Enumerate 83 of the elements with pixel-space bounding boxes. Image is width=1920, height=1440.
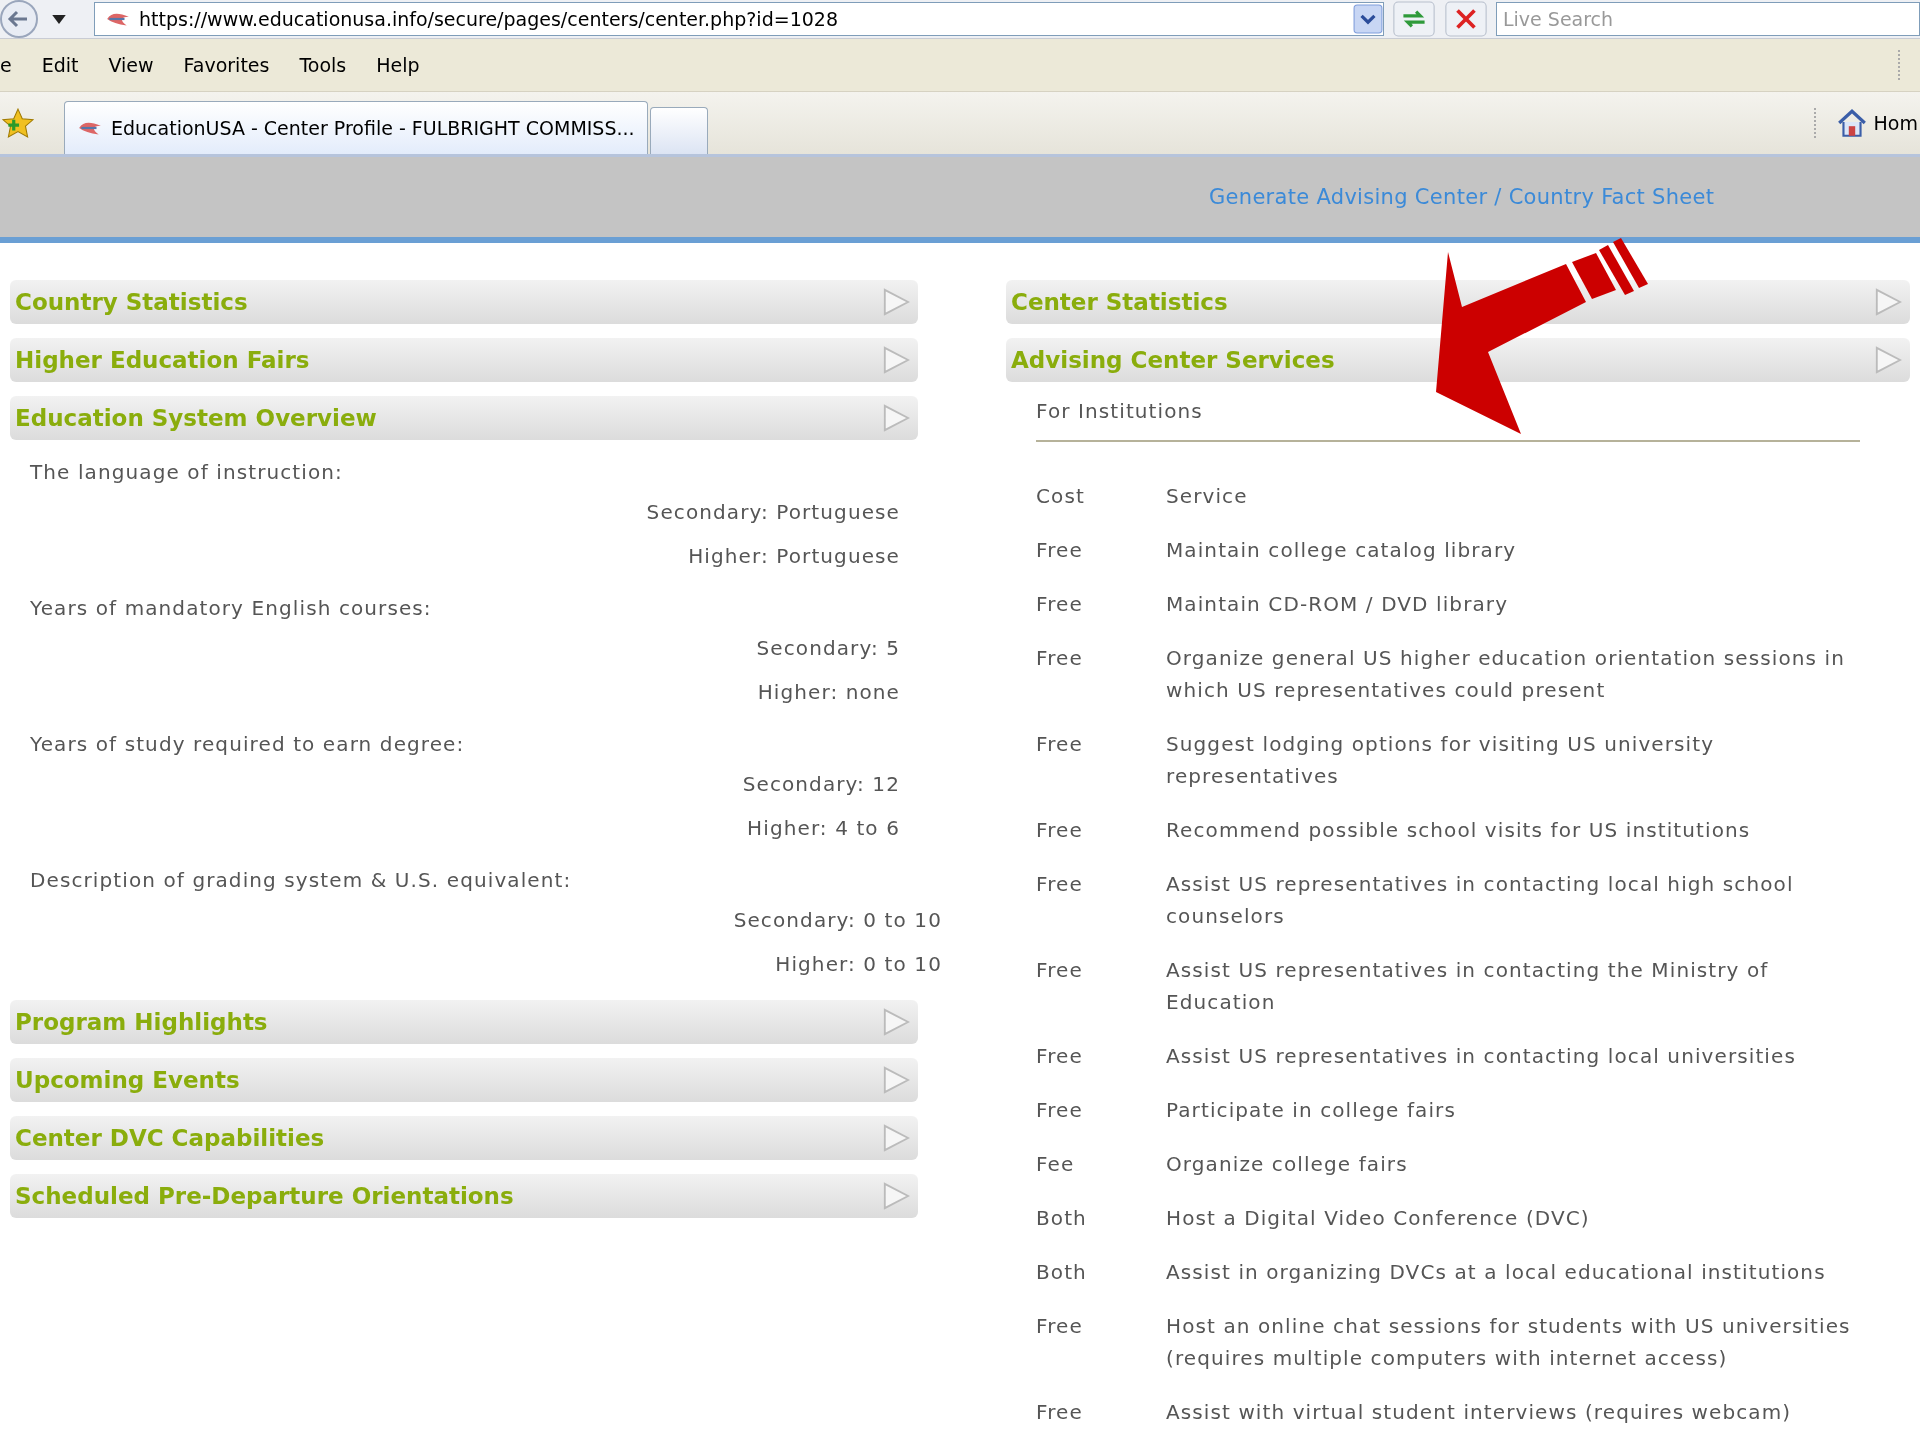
favicon-icon <box>105 11 131 27</box>
table-cell-text: Free <box>1036 957 1084 984</box>
menu-item[interactable]: View <box>108 54 154 76</box>
table-cell-text: Organize general US higher education orientation sessions in which US representatives could present <box>1166 645 1846 704</box>
refresh-icon[interactable] <box>1392 1 1436 37</box>
section-header[interactable]: Country Statistics <box>10 280 918 324</box>
triangle-arrow-icon <box>1874 346 1902 374</box>
triangle-arrow-icon <box>882 1124 910 1152</box>
table-cell-text: Maintain CD-ROM / DVD library <box>1166 591 1510 618</box>
table-cell-text: Participate in college fairs <box>1166 1097 1457 1124</box>
address-field[interactable]: https://www.educationusa.info/secure/pages/centers/center.php?id=1028 <box>94 2 1384 36</box>
section-header[interactable]: Education System Overview <box>10 396 918 440</box>
search-field[interactable]: Live Search <box>1496 2 1920 36</box>
field-value: Secondary: 0 to 10 <box>733 908 942 932</box>
favicon-icon <box>77 120 103 136</box>
home-button[interactable]: Hom <box>1813 108 1918 138</box>
menu-item[interactable]: Favorites <box>183 54 270 76</box>
table-cell-text: Assist with virtual student interviews (requires webcam) <box>1166 1399 1793 1426</box>
field-label: Years of mandatory English courses: <box>30 595 433 622</box>
table-cell-text: Host an online chat sessions for students with US universities (requires multiple computers with internet access) <box>1166 1313 1852 1372</box>
field-value: Secondary: Portuguese <box>646 500 900 524</box>
house-icon <box>1835 108 1868 138</box>
field-value: Higher: none <box>757 680 900 704</box>
column-header: Cost <box>1036 483 1086 510</box>
field-value: Higher: 4 to 6 <box>747 816 900 840</box>
table-cell-text: Assist US representatives in contacting local universities <box>1166 1043 1797 1070</box>
field-label: Years of study required to earn degree: <box>30 731 466 758</box>
table-cell-text: Free <box>1036 591 1084 618</box>
table-cell-text: Fee <box>1036 1151 1076 1178</box>
stop-icon[interactable] <box>1444 1 1488 37</box>
table-cell-text: Organize college fairs <box>1166 1151 1409 1178</box>
tab-title: EducationUSA - Center Profile - FULBRIGHT COMMISS... <box>111 117 635 139</box>
section-header[interactable]: Advising Center Services <box>1006 338 1910 382</box>
triangle-arrow-icon <box>882 288 910 316</box>
section-header[interactable]: Program Highlights <box>10 1000 918 1044</box>
section-header[interactable]: Scheduled Pre-Departure Orientations <box>10 1174 918 1218</box>
field-label: The language of instruction: <box>30 459 344 486</box>
star-plus-icon[interactable] <box>2 107 34 139</box>
table-cell-text: Free <box>1036 645 1084 672</box>
table-cell-text: Maintain college catalog library <box>1166 537 1518 564</box>
table-cell-text: Recommend possible school visits for US institutions <box>1166 817 1752 844</box>
dropdown-caret-icon[interactable] <box>52 14 66 24</box>
triangle-arrow-icon <box>882 1008 910 1036</box>
table-cell-text: Free <box>1036 871 1084 898</box>
triangle-arrow-icon <box>882 1182 910 1210</box>
table-cell-text: Both <box>1036 1205 1088 1232</box>
arrow-annotation-icon <box>1436 238 1651 434</box>
new-tab-button[interactable] <box>649 107 708 154</box>
triangle-arrow-icon <box>882 346 910 374</box>
field-value: Secondary: 5 <box>756 636 900 660</box>
menu-item[interactable]: e <box>0 54 12 76</box>
menu-item[interactable]: Help <box>376 54 420 76</box>
subsection-title: For Institutions <box>1036 398 1204 425</box>
field-value: Higher: Portuguese <box>688 544 900 568</box>
triangle-arrow-icon <box>882 1066 910 1094</box>
triangle-arrow-icon <box>1874 288 1902 316</box>
column-header: Service <box>1166 483 1249 510</box>
menu-item[interactable]: Tools <box>299 54 347 76</box>
table-cell-text: Assist US representatives in contacting local high school counselors <box>1166 871 1795 930</box>
field-value: Secondary: 12 <box>742 772 900 796</box>
table-cell-text: Free <box>1036 1313 1084 1340</box>
table-cell-text: Free <box>1036 731 1084 758</box>
url-text: https://www.educationusa.info/secure/pages/centers/center.php?id=1028 <box>139 8 839 30</box>
field-label: Description of grading system & U.S. equivalent: <box>30 867 573 894</box>
triangle-arrow-icon <box>882 404 910 432</box>
section-header[interactable]: Upcoming Events <box>10 1058 918 1102</box>
fact-sheet-link[interactable]: Generate Advising Center / Country Fact Sheet <box>1209 185 1715 209</box>
table-cell-text: Assist in organizing DVCs at a local educational institutions <box>1166 1259 1827 1286</box>
menu-item[interactable]: Edit <box>41 54 79 76</box>
field-value: Higher: 0 to 10 <box>775 952 942 976</box>
table-cell-text: Free <box>1036 817 1084 844</box>
browser-tab[interactable]: EducationUSA - Center Profile - FULBRIGHT COMMISS... <box>64 101 648 154</box>
table-cell-text: Assist US representatives in contacting the Ministry of Education <box>1166 957 1770 1016</box>
table-cell-text: Free <box>1036 1399 1084 1426</box>
table-cell-text: Free <box>1036 537 1084 564</box>
section-header[interactable]: Higher Education Fairs <box>10 338 918 382</box>
section-header[interactable]: Center DVC Capabilities <box>10 1116 918 1160</box>
table-cell-text: Host a Digital Video Conference (DVC) <box>1166 1205 1591 1232</box>
table-cell-text: Both <box>1036 1259 1088 1286</box>
table-cell-text: Free <box>1036 1043 1084 1070</box>
table-cell-text: Suggest lodging options for visiting US university representatives <box>1166 731 1716 790</box>
dropdown-icon[interactable] <box>1353 4 1383 34</box>
table-cell-text: Free <box>1036 1097 1084 1124</box>
